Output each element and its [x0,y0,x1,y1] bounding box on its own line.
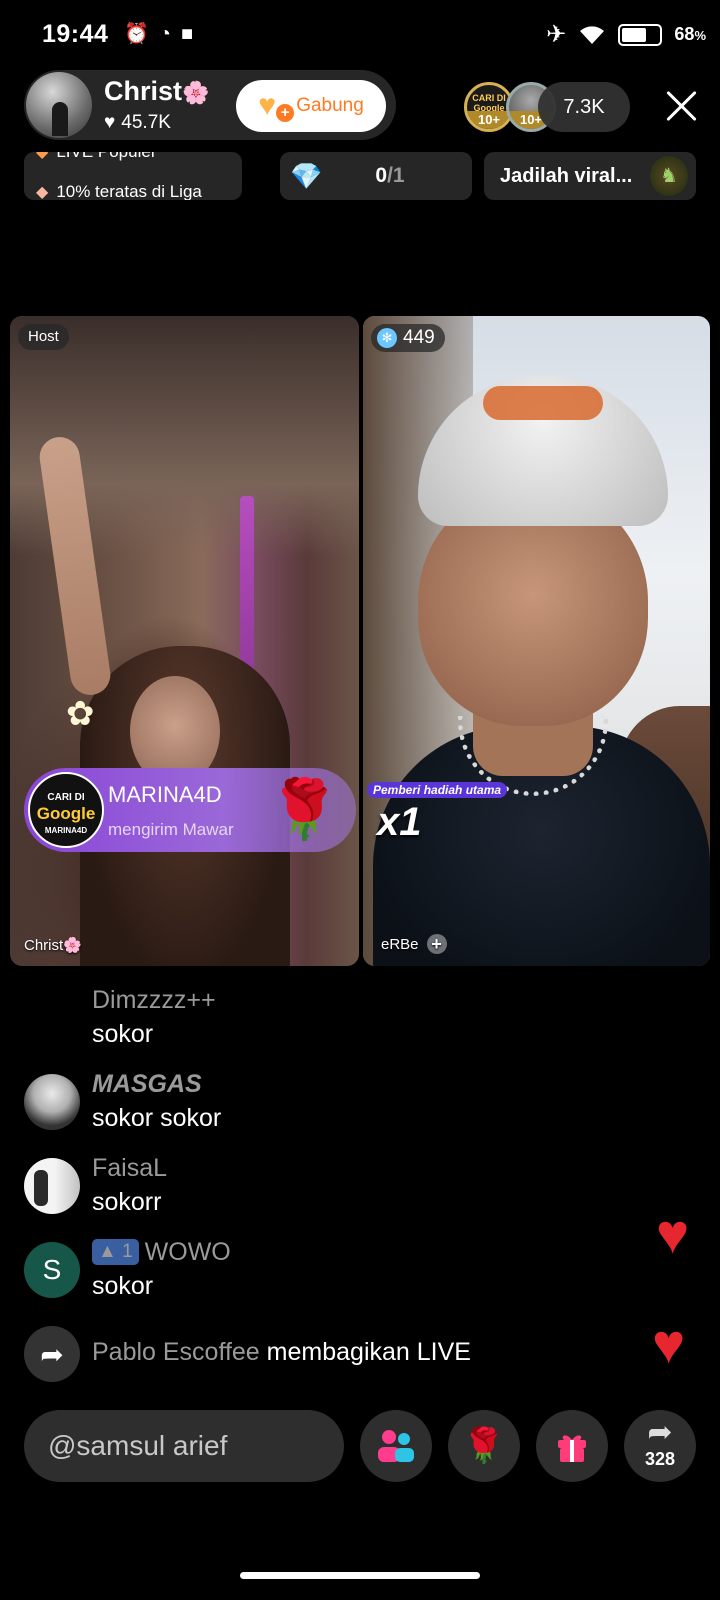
rose-icon: 🌹 [268,777,341,842]
guest-video-panel[interactable]: ✻ 449 Pemberi hadiah utama x1 eRBe + [363,316,710,966]
status-time: 19:44 [42,20,109,48]
join-button-label: Gabung [296,95,364,116]
status-bar: 19:44 ⏰ ◔ ■ ✈ 68% [0,0,720,70]
home-indicator[interactable] [240,1572,480,1579]
gift-sender-name: MARINA4D [108,782,222,807]
guest-score-value: 449 [403,327,435,348]
viral-text: Jadilah viral... [500,164,633,187]
floating-heart-icon: ♥ [652,1312,686,1375]
level-badge: ▲ 1 [92,1239,139,1265]
chat-avatar[interactable] [24,1158,80,1214]
info-row: ◆ LIVE Populer ◆ 10% teratas di Liga 💎 0/1… [0,152,720,204]
deer-icon: ♞ [650,156,688,196]
viewer-count[interactable]: 7.3K [538,82,630,132]
host-panel-name: Christ [24,937,64,954]
comment-input[interactable] [24,1410,344,1482]
goal-total: 1 [392,164,405,187]
top-gifter-label: Pemberi hadiah utama [367,782,508,798]
guest-score[interactable]: ✻ 449 [371,324,445,352]
share-button[interactable]: ➦ 328 [624,1410,696,1482]
host-video-panel[interactable]: ✿ Host Christ🌸 [10,316,359,966]
viral-card[interactable]: Jadilah viral... ♞ [484,152,696,200]
chat-message: sokor [92,1272,154,1300]
goal-current: 0 [375,164,388,187]
gift-icon[interactable] [536,1410,608,1482]
floating-heart-icon: ♥ [656,1202,690,1265]
level-badge-value: 1 [122,1241,133,1262]
ranking-line-1: LIVE Populer [56,152,156,162]
host-tag: Host [18,324,69,350]
host-panel-name-flower: 🌸 [63,937,82,954]
ranking-card[interactable]: ◆ LIVE Populer ◆ 10% teratas di Liga [24,152,242,200]
share-count: 328 [644,1449,676,1469]
chat-avatar[interactable]: S [24,1242,80,1298]
gift-avatar-line-2: Google [36,804,96,823]
follow-plus-icon[interactable]: + [426,934,447,954]
close-icon[interactable] [664,88,700,124]
level-arrow-icon: ▲ [98,1241,117,1262]
gift-sender-avatar[interactable]: CARI DI Google MARINA4D [28,772,104,848]
chat-username: Dimzzzz++ [92,986,216,1014]
chat-username: FaisaL [92,1154,168,1182]
heart-icon: ♥ [104,112,116,133]
host-likes-count: 45.7K [121,112,171,133]
rose-gift-button[interactable]: 🌹 [448,1410,520,1482]
chat-message: sokor [92,1020,154,1048]
video-camera-icon: ■ [181,23,194,45]
gift-action-text: mengirim Mawar [108,820,234,839]
battery-icon [618,23,663,46]
rose-icon: 🌹 [462,1427,506,1465]
gift-avatar-line-3: MARINA4D [44,826,88,835]
chat-avatar[interactable] [24,1074,80,1130]
share-event-action: membagikan LIVE [266,1338,471,1366]
host-avatar[interactable] [26,72,92,138]
gift-avatar-line-1: CARI DI [47,792,85,803]
goal-card[interactable]: 💎 0/1 [280,152,472,200]
chat-message: sokorr [92,1188,162,1216]
guest-panel-name: eRBe [381,935,419,953]
snowflake-icon: ✻ [377,328,397,348]
share-event-user: Pablo Escoffee [92,1338,260,1366]
wifi-icon [580,25,605,44]
host-name-flower: 🌸 [182,80,210,105]
chat-message: sokor sokor [92,1104,222,1132]
host-info-pill[interactable]: Christ🌸 ♥ 45.7K ♥ + Gabung [24,70,396,140]
people-icon[interactable] [360,1410,432,1482]
gift-notification: CARI DI Google MARINA4D MARINA4D mengiri… [24,768,356,852]
share-icon: ➦ [647,1416,673,1449]
share-arrow-icon: ➦ [24,1326,80,1382]
diamond-icon: ◆ [36,184,49,200]
top-viewers[interactable]: CARI DI Google 10+ 10+ [464,82,556,132]
airplane-icon: ✈ [546,21,567,48]
join-heart-icon: ♥ + [258,91,295,122]
join-button[interactable]: ♥ + Gabung [236,80,386,132]
chat-username: WOWO [144,1238,231,1266]
top-gifter-multiplier: x1 [377,800,422,844]
viewer-badge: 10+ [467,111,511,129]
battery-percent-unit: % [694,28,706,43]
alarm-icon: ⏰ [124,23,149,45]
host-name: Christ [104,76,183,106]
chat-username: MASGAS [92,1070,202,1098]
battery-percent: 68 [674,24,695,44]
top-viewer-text-1: CARI DI [472,93,506,103]
ranking-line-2: 10% teratas di Liga [56,182,202,200]
flame-icon: ◆ [36,152,49,161]
hair-flower-icon: ✿ [66,695,95,733]
sync-icon: ◔ [158,23,171,45]
